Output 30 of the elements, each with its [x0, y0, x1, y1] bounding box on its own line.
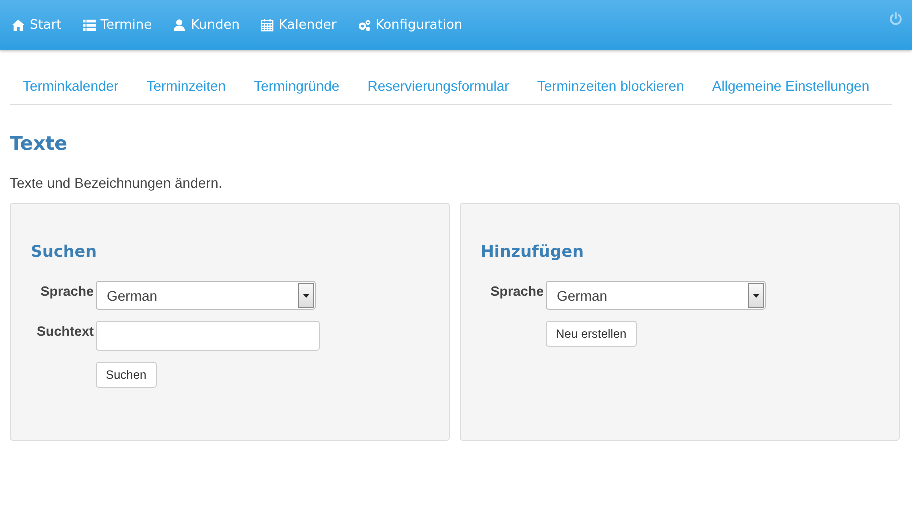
panel-title: Hinzufügen — [481, 242, 584, 261]
calendar-icon — [260, 18, 274, 32]
nav-item[interactable]: Kunden — [173, 18, 240, 32]
list-icon — [82, 18, 96, 32]
tab-link[interactable]: Terminkalender — [10, 78, 133, 94]
search-field[interactable] — [96, 321, 320, 351]
field-label: Sprache — [490, 283, 545, 299]
nav-item[interactable]: Termine — [82, 18, 152, 32]
language-select[interactable]: German — [96, 281, 316, 310]
field-label: Sprache — [40, 283, 95, 299]
action-button[interactable]: Neu erstellen — [546, 321, 637, 347]
caret-icon — [752, 294, 760, 298]
caret-icon — [302, 294, 310, 298]
nav-item[interactable]: Start — [12, 18, 62, 32]
language-select[interactable]: German — [546, 281, 766, 310]
home-icon — [12, 18, 25, 32]
tab-link[interactable]: Allgemeine Einstellungen — [698, 78, 884, 94]
action-button[interactable]: Suchen — [96, 362, 157, 388]
tab-link[interactable]: Reservierungsformular — [354, 78, 524, 94]
user-icon — [173, 18, 186, 32]
nav-item[interactable]: Kalender — [260, 18, 337, 32]
power-icon[interactable] — [889, 12, 903, 26]
field-label: Suchtext — [36, 323, 95, 339]
page-title: Texte — [10, 133, 69, 155]
page-description: Texte und Bezeichnungen ändern. — [10, 175, 224, 191]
tab-link[interactable]: Termingründe — [240, 78, 354, 94]
tab-link[interactable]: Terminzeiten blockieren — [523, 78, 698, 94]
tab-link[interactable]: Terminzeiten — [132, 78, 240, 94]
nav-item[interactable]: Konfiguration — [358, 18, 463, 32]
panel-title: Suchen — [31, 242, 98, 261]
